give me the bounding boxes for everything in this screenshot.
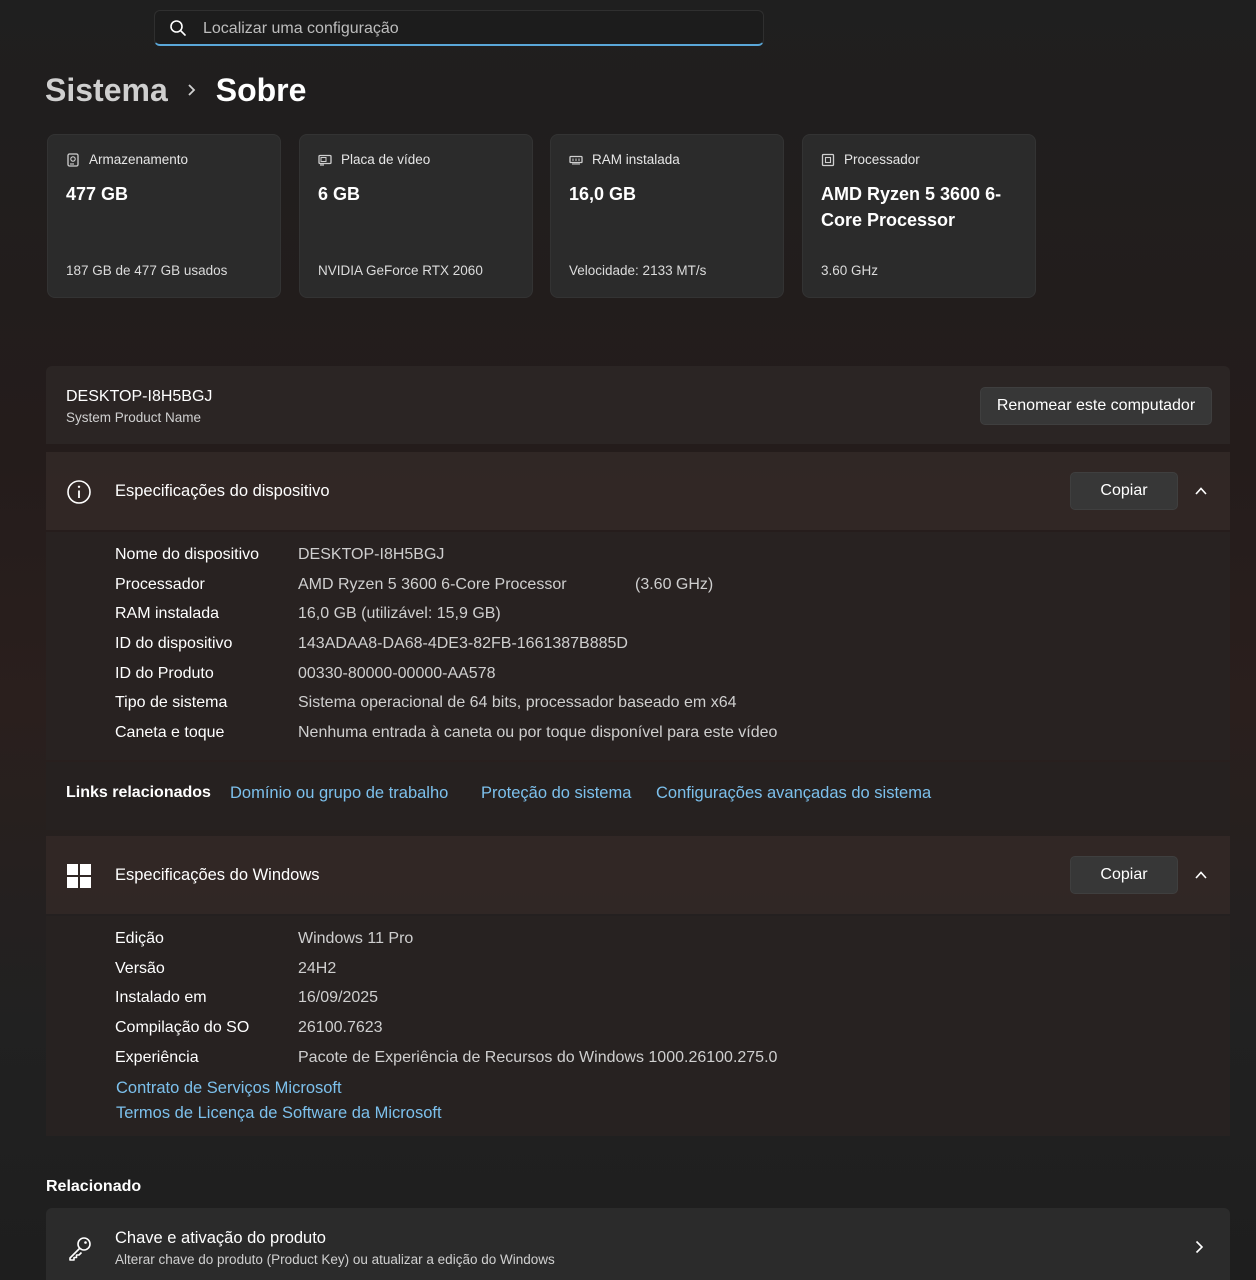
storage-card[interactable]: Armazenamento 477 GB 187 GB de 477 GB us… [47, 134, 281, 298]
device-specs-header[interactable]: Especificações do dispositivo Copiar [46, 452, 1230, 530]
search-input[interactable] [201, 17, 745, 41]
rename-computer-button[interactable]: Renomear este computador [980, 387, 1212, 425]
storage-icon [67, 152, 79, 167]
card-label: Processador [844, 152, 920, 167]
chevron-right-icon [188, 84, 196, 96]
spec-value: Windows 11 Pro [298, 930, 414, 947]
info-icon [67, 480, 91, 504]
microsoft-software-license-link[interactable]: Termos de Licença de Software da Microso… [116, 1104, 442, 1123]
card-value: 6 GB [318, 184, 361, 204]
spec-value: Pacote de Experiência de Recursos do Win… [298, 1049, 778, 1066]
advanced-system-settings-link[interactable]: Configurações avançadas do sistema [656, 784, 931, 803]
spec-key: ID do dispositivo [115, 635, 233, 652]
product-key-item[interactable]: Chave e ativação do produto Alterar chav… [46, 1208, 1230, 1280]
chevron-up-icon[interactable] [1194, 484, 1208, 498]
spec-key: Compilação do SO [115, 1019, 250, 1036]
search-box[interactable] [154, 10, 764, 46]
product-key-subtitle: Alterar chave do produto (Product Key) o… [115, 1252, 555, 1267]
related-links-bar: Links relacionados Domínio ou grupo de t… [46, 762, 1230, 830]
windows-specs-body: Edição Windows 11 Pro Versão 24H2 Instal… [46, 916, 1230, 1136]
chevron-up-icon[interactable] [1194, 868, 1208, 882]
spec-key: Tipo de sistema [115, 694, 228, 711]
copy-windows-specs-button[interactable]: Copiar [1070, 856, 1178, 894]
spec-value: 00330-80000-00000-AA578 [298, 665, 496, 682]
spec-value-extra: (3.60 GHz) [635, 576, 714, 593]
windows-logo-icon [67, 864, 91, 888]
spec-value: 143ADAA8-DA68-4DE3-82FB-1661387B885D [298, 635, 628, 652]
breadcrumb-parent[interactable]: Sistema [45, 72, 168, 109]
page-title: Sobre [215, 71, 307, 108]
card-subtext: NVIDIA GeForce RTX 2060 [318, 263, 483, 278]
spec-value: 26100.7623 [298, 1019, 383, 1036]
spec-key: Processador [115, 576, 205, 593]
spec-value: 24H2 [298, 960, 337, 977]
spec-key: Instalado em [115, 989, 207, 1006]
computer-name-panel: DESKTOP-I8H5BGJ System Product Name Reno… [46, 366, 1230, 444]
computer-model: System Product Name [66, 410, 202, 425]
spec-key: Caneta e toque [115, 724, 225, 741]
copy-device-specs-button[interactable]: Copiar [1070, 472, 1178, 510]
related-section-title: Relacionado [46, 1178, 142, 1195]
card-header: Armazenamento [66, 152, 188, 167]
spec-key: Edição [115, 930, 164, 947]
chevron-right-icon [1195, 1240, 1204, 1254]
card-label: RAM instalada [592, 152, 680, 167]
spec-key: Versão [115, 960, 165, 977]
windows-specs-title: Especificações do Windows [115, 866, 320, 884]
spec-value: Nenhuma entrada à caneta ou por toque di… [298, 724, 778, 741]
spec-key: ID do Produto [115, 665, 214, 682]
memory-icon [569, 155, 583, 164]
card-value: 477 GB [66, 184, 129, 204]
spec-key: RAM instalada [115, 605, 220, 622]
related-links-label: Links relacionados [66, 784, 211, 801]
device-specs-body: Nome do dispositivo DESKTOP-I8H5BGJ Proc… [46, 532, 1230, 760]
spec-value: Sistema operacional de 64 bits, processa… [298, 694, 737, 711]
spec-value: 16/09/2025 [298, 989, 379, 1006]
card-subtext: 3.60 GHz [821, 263, 879, 278]
spec-key: Experiência [115, 1049, 199, 1066]
system-protection-link[interactable]: Proteção do sistema [481, 784, 631, 803]
card-header: RAM instalada [569, 152, 680, 167]
card-value: 16,0 GB [569, 184, 637, 204]
spec-value: 16,0 GB (utilizável: 15,9 GB) [298, 605, 501, 622]
device-specs-title: Especificações do dispositivo [115, 482, 330, 500]
gpu-card[interactable]: Placa de vídeo 6 GB NVIDIA GeForce RTX 2… [299, 134, 533, 298]
key-icon [69, 1237, 91, 1261]
microsoft-services-agreement-link[interactable]: Contrato de Serviços Microsoft [116, 1079, 342, 1098]
processor-icon [821, 153, 835, 166]
spec-value: DESKTOP-I8H5BGJ [298, 546, 445, 563]
spec-value: AMD Ryzen 5 3600 6-Core Processor [298, 576, 567, 593]
domain-workgroup-link[interactable]: Domínio ou grupo de trabalho [230, 784, 448, 803]
processor-card[interactable]: Processador AMD Ryzen 5 3600 6-Core Proc… [802, 134, 1036, 298]
card-header: Processador [821, 152, 920, 167]
search-icon [170, 20, 186, 36]
breadcrumb: Sistema Sobre [45, 68, 306, 112]
card-subtext: Velocidade: 2133 MT/s [569, 263, 707, 278]
windows-specs-header[interactable]: Especificações do Windows Copiar [46, 836, 1230, 914]
spec-key: Nome do dispositivo [115, 546, 260, 563]
card-label: Armazenamento [89, 152, 189, 167]
card-label: Placa de vídeo [341, 152, 431, 167]
computer-name: DESKTOP-I8H5BGJ [66, 388, 213, 405]
card-value: AMD Ryzen 5 3600 6-Core Processor [821, 184, 1002, 230]
card-header: Placa de vídeo [318, 152, 430, 167]
display-adapter-icon [318, 154, 332, 166]
ram-card[interactable]: RAM instalada 16,0 GB Velocidade: 2133 M… [550, 134, 784, 298]
card-subtext: 187 GB de 477 GB usados [66, 263, 228, 278]
product-key-title: Chave e ativação do produto [115, 1229, 326, 1247]
